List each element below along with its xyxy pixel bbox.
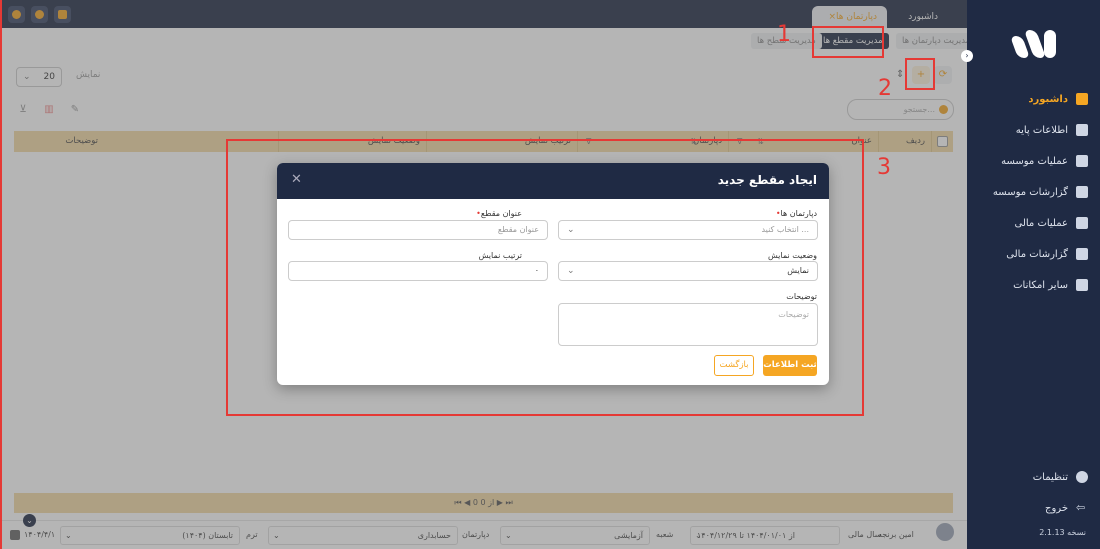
annotation-number-2: 2 [878,76,892,101]
sidebar-item-dashboard[interactable]: داشبورد [967,88,1100,110]
layers-icon [1076,124,1088,136]
annotation-frame [0,0,2,549]
annotation-number-1: 1 [777,22,791,47]
annotation-box-2 [905,58,935,90]
bar-chart-icon [1076,186,1088,198]
chevron-right-icon[interactable]: › [961,50,973,62]
annotation-number-3: 3 [877,155,891,180]
line-chart-icon [1076,248,1088,260]
dashboard-icon [1076,93,1088,105]
logo [1009,30,1058,58]
sidebar-item-logout[interactable]: ⇦ خروج [967,497,1100,519]
sidebar-item-settings[interactable]: تنظیمات [967,466,1100,488]
sidebar-item-financial-ops[interactable]: عملیات مالی [967,212,1100,234]
annotation-box-1 [812,26,884,58]
sidebar-item-institute-ops[interactable]: عملیات موسسه [967,150,1100,172]
logout-icon: ⇦ [1076,501,1086,514]
sidebar-item-base-info[interactable]: اطلاعات پایه [967,119,1100,141]
sidebar: › داشبورد اطلاعات پایه عملیات موسسه گزار… [961,0,1100,549]
wallet-icon [1076,217,1088,229]
annotation-box-3 [226,139,864,416]
clipboard-icon [1076,155,1088,167]
more-icon [1076,279,1088,291]
sidebar-item-institute-reports[interactable]: گزارشات موسسه [967,181,1100,203]
gear-icon [1076,471,1088,483]
version-label: نسخه 2.1.13 [1039,528,1086,537]
sidebar-item-other[interactable]: سایر امکانات [967,274,1100,296]
sidebar-item-financial-reports[interactable]: گزارشات مالی [967,243,1100,265]
